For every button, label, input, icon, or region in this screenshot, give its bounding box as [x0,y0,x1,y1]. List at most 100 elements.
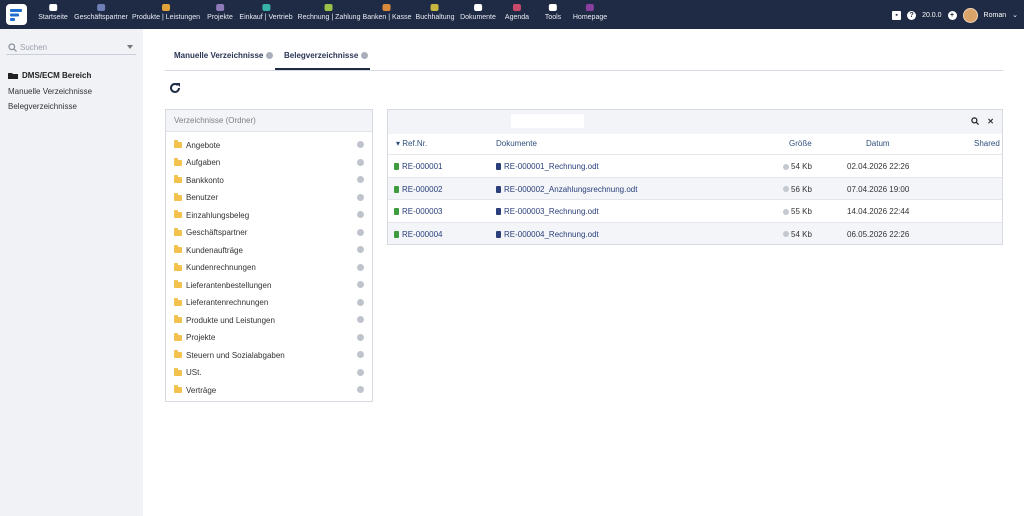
help-icon[interactable]: ? [907,10,917,20]
folder-item[interactable]: USt. [174,367,364,379]
column-header-ref[interactable]: ▾ Ref.Nr. [396,139,427,148]
nav-item-11[interactable]: Homepage [573,4,607,21]
table-row[interactable]: RE-000001 RE-000001_Rechnung.odt 54 Kb 02.0… [388,154,1002,176]
folder-item[interactable]: Projekte [174,332,364,344]
column-header-docs[interactable]: Dokumente [496,139,537,148]
print-icon[interactable]: ▪ [892,10,902,20]
folder-item[interactable]: Lieferantenbestellungen [174,279,364,291]
nav-item-1[interactable]: Geschäftspartner [74,4,128,21]
table-row[interactable]: RE-000004 RE-000004_Rechnung.odt 54 Kb 06.0… [388,221,1002,244]
nav-item-5[interactable]: Rechnung | Zahlung [298,4,360,21]
info-icon[interactable] [783,163,789,170]
nav-item-2[interactable]: Produkte | Leistungen [132,4,200,21]
sidebar-section-title[interactable]: DMS/ECM Bereich [8,71,91,80]
folder-item[interactable]: Verträge [174,384,364,396]
column-header-date[interactable]: Datum [866,139,890,148]
document-link[interactable]: RE-000004_Rechnung.odt [496,230,599,239]
tab-manuelle-verzeichnisse[interactable]: Manuelle Verzeichnisse [174,51,274,60]
column-header-shared[interactable]: Shared [974,139,1000,148]
folder-item[interactable]: Aufgaben [174,157,364,169]
sidebar-item-beleg[interactable]: Belegverzeichnisse [8,102,77,111]
info-icon[interactable] [357,176,364,183]
folder-label: Lieferantenrechnungen [186,298,269,307]
info-icon[interactable] [357,368,364,376]
folder-icon [174,175,182,183]
refresh-icon[interactable] [168,81,182,95]
home-icon [48,4,57,11]
avatar[interactable] [962,7,978,23]
folder-item[interactable]: Benutzer [174,192,364,204]
ref-text: RE-000004 [402,229,443,239]
active-tab-indicator [275,68,370,70]
sidebar-item-manual[interactable]: Manuelle Verzeichnisse [8,87,92,96]
folder-icon [174,157,182,166]
info-icon[interactable] [357,228,364,236]
folder-item[interactable]: Geschäftspartner [174,227,364,239]
folder-item[interactable]: Produkte und Leistungen [174,314,364,326]
nav-item-6[interactable]: Banken | Kasse [363,4,411,21]
folder-item[interactable]: Kundenrechnungen [174,262,364,274]
table-row[interactable]: RE-000003 RE-000003_Rechnung.odt 55 Kb 14.0… [388,199,1002,221]
nav-item-0[interactable]: Startseite [38,4,68,21]
info-icon[interactable] [357,281,364,288]
ref-link[interactable]: RE-000003 [394,207,442,216]
folder-open-icon [8,73,18,79]
info-icon[interactable] [357,298,364,306]
info-icon[interactable] [783,231,789,237]
close-icon[interactable]: ✕ [987,117,994,126]
search-input[interactable]: Suchen [6,41,136,55]
folder-item[interactable]: Einzahlungsbeleg [174,209,364,221]
folder-panel: Verzeichnisse (Ordner) Angebote Aufgaben B… [165,109,373,402]
column-header-size[interactable]: Größe [789,139,812,148]
info-icon[interactable] [357,351,364,358]
document-link[interactable]: RE-000001_Rechnung.odt [496,162,599,171]
info-icon[interactable] [357,193,364,201]
box-icon [161,4,170,11]
version-label: 20.0.0 [922,11,942,19]
nav-item-10[interactable]: Tools [545,4,561,21]
ref-link[interactable]: RE-000004 [394,230,442,239]
info-icon [266,52,274,60]
chevron-down-icon[interactable] [127,45,133,49]
search-icon[interactable] [971,117,980,125]
add-icon[interactable]: + [947,10,957,20]
info-icon[interactable] [357,158,364,166]
folder-item[interactable]: Steuern und Sozialabgaben [174,349,364,361]
folder-icon [174,140,182,148]
info-icon[interactable] [783,186,789,192]
folder-item[interactable]: Bankkonto [174,174,364,186]
folder-item[interactable]: Angebote [174,139,364,151]
tab-belegverzeichnisse[interactable]: Belegverzeichnisse [284,51,369,60]
app-logo[interactable] [6,4,27,25]
nav-item-8[interactable]: Dokumente [460,4,496,21]
folder-icon [174,367,182,376]
info-icon[interactable] [357,263,364,271]
chevron-down-icon[interactable]: ⌄ [1012,11,1018,19]
file-date: 02.04.2026 22:26 [847,162,910,171]
info-icon[interactable] [357,316,364,323]
user-name[interactable]: Roman [984,12,1007,19]
info-icon[interactable] [783,208,789,215]
table-row[interactable]: RE-000002 RE-000002_Anzahlungsrechnung.od… [388,176,1002,199]
nav-item-label: Tools [544,14,562,21]
document-link[interactable]: RE-000003_Rechnung.odt [496,207,599,216]
info-icon[interactable] [357,211,364,218]
document-link[interactable]: RE-000002_Anzahlungsrechnung.odt [496,185,637,194]
ref-link[interactable]: RE-000001 [394,162,442,171]
ref-link[interactable]: RE-000002 [394,185,442,194]
nav-item-4[interactable]: Einkauf | Vertrieb [239,4,293,21]
info-icon[interactable] [357,246,364,253]
folder-item[interactable]: Lieferantenrechnungen [174,297,364,309]
spreadsheet-icon [394,208,399,215]
info-icon[interactable] [357,141,364,148]
filter-input[interactable] [511,114,584,128]
nav-item-9[interactable]: Agenda [505,4,529,21]
folder-item[interactable]: Kundenaufträge [174,244,364,256]
network-icon [216,4,224,11]
folder-icon [174,227,182,236]
info-icon[interactable] [357,333,364,341]
nav-item-3[interactable]: Projekte [207,4,233,21]
info-icon[interactable] [357,386,364,393]
nav-item-7[interactable]: Buchhaltung [416,4,454,21]
document-icon [496,185,501,193]
